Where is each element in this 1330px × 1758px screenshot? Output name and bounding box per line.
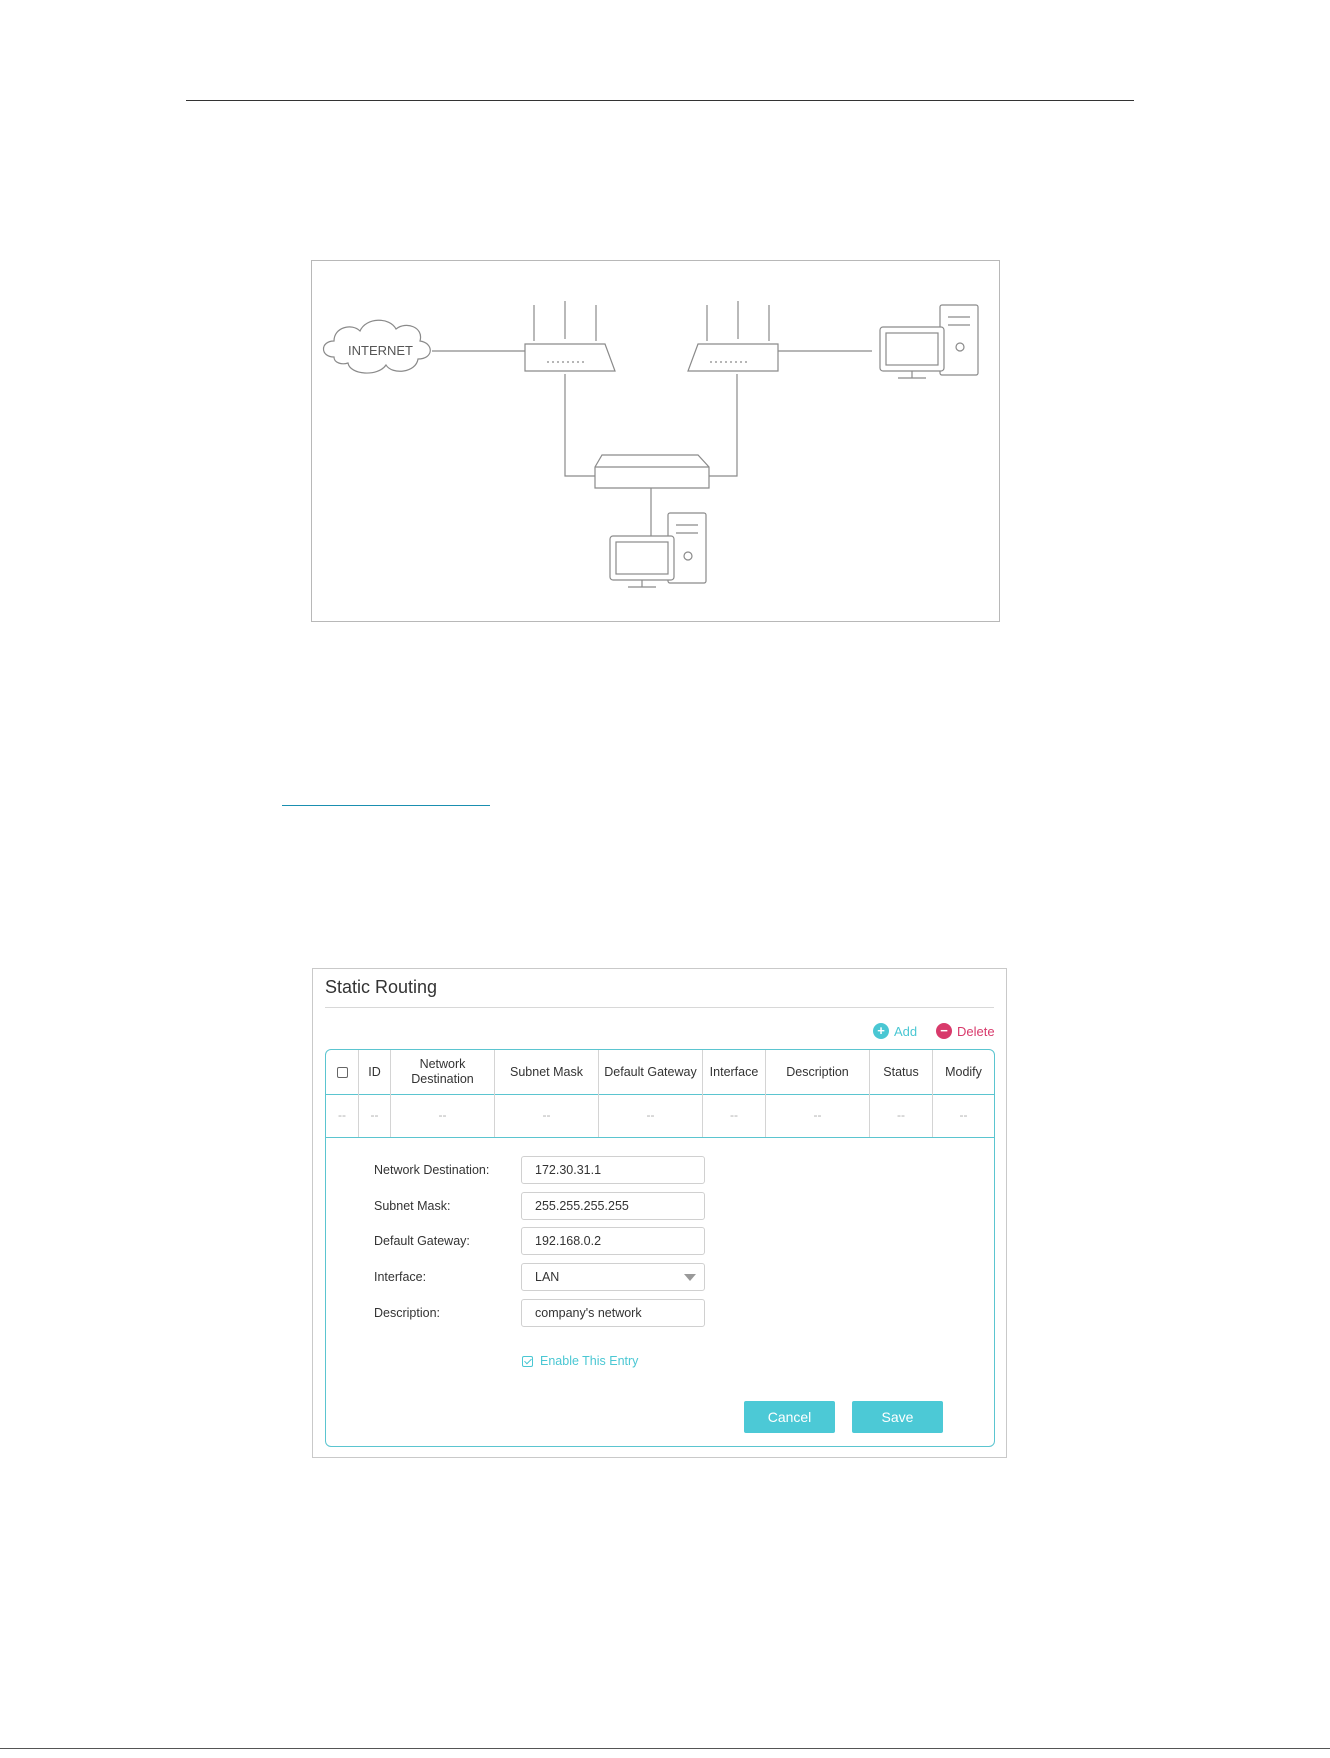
save-button[interactable]: Save [852,1401,943,1433]
table-header-row: ID Network Destination Subnet Mask Defau… [326,1050,994,1095]
subnet-mask-input[interactable]: 255.255.255.255 [521,1192,705,1220]
column-header-default-gateway: Default Gateway [599,1050,703,1094]
select-all-checkbox[interactable] [336,1066,348,1078]
table-row: -- -- -- -- -- -- -- -- -- [326,1094,994,1138]
page-footer-rule [0,1748,1330,1749]
internet-cloud-icon: INTERNET [322,319,431,374]
description-label: Description: [374,1306,440,1320]
header-select-all [326,1050,359,1094]
empty-cell: -- [959,1108,968,1122]
panel-title-divider [325,1007,994,1008]
computer-2-icon [609,512,707,588]
column-header-interface: Interface [703,1050,766,1094]
panel-title: Static Routing [325,977,438,997]
empty-cell: -- [703,1094,766,1137]
default-gateway-input[interactable]: 192.168.0.2 [521,1227,705,1255]
router-2-icon [687,301,779,372]
page-header-rule [186,100,1134,101]
network-diagram: INTERNET [311,260,1000,622]
empty-cell: -- [870,1094,933,1137]
enable-entry-label: Enable This Entry [540,1354,639,1368]
network-diagram-svg: INTERNET [322,301,979,588]
routing-table: ID Network Destination Subnet Mask Defau… [325,1049,995,1447]
router-1-icon [524,301,616,372]
link-router1-switch [564,374,595,477]
default-gateway-label: Default Gateway: [374,1234,470,1248]
column-header-id: ID [359,1050,391,1094]
computer-1-icon [879,304,979,379]
empty-cell: -- [495,1094,599,1137]
empty-cell: -- [326,1094,359,1137]
interface-select[interactable]: LAN [521,1263,705,1291]
interface-select-value: LAN [535,1270,560,1284]
column-header-subnet-mask: Subnet Mask [495,1050,599,1094]
column-header-modify: Modify [945,1064,982,1079]
switch-icon [594,454,710,489]
description-input[interactable]: company's network [521,1299,705,1327]
empty-cell: -- [359,1094,391,1137]
empty-cell: -- [599,1094,703,1137]
column-header-description: Description [766,1050,870,1094]
checkbox-checked-icon [522,1355,533,1367]
link-router2-switch [707,374,738,477]
empty-cell: -- [391,1094,495,1137]
interface-label: Interface: [374,1270,427,1284]
column-header-network-destination: Network Destination [391,1050,495,1094]
cancel-button[interactable]: Cancel [744,1401,835,1433]
static-routing-panel: Static Routing + Add − Delete ID Network… [312,968,1007,1458]
enable-entry-checkbox[interactable]: Enable This Entry [522,1354,638,1368]
network-destination-label: Network Destination: [374,1163,490,1177]
delete-button[interactable]: − Delete [936,1023,995,1039]
add-label: Add [894,1023,918,1039]
plus-circle-icon: + [873,1023,889,1039]
column-header-status: Status [870,1050,933,1094]
delete-label: Delete [957,1023,995,1039]
hyperlink-underline[interactable] [282,805,490,806]
minus-circle-icon: − [936,1023,952,1039]
dropdown-arrow-icon [684,1274,696,1281]
empty-cell: -- [766,1094,870,1137]
add-button[interactable]: + Add [873,1023,917,1039]
subnet-mask-label: Subnet Mask: [374,1199,451,1213]
internet-label: INTERNET [348,343,413,358]
network-destination-input[interactable]: 172.30.31.1 [521,1156,705,1184]
